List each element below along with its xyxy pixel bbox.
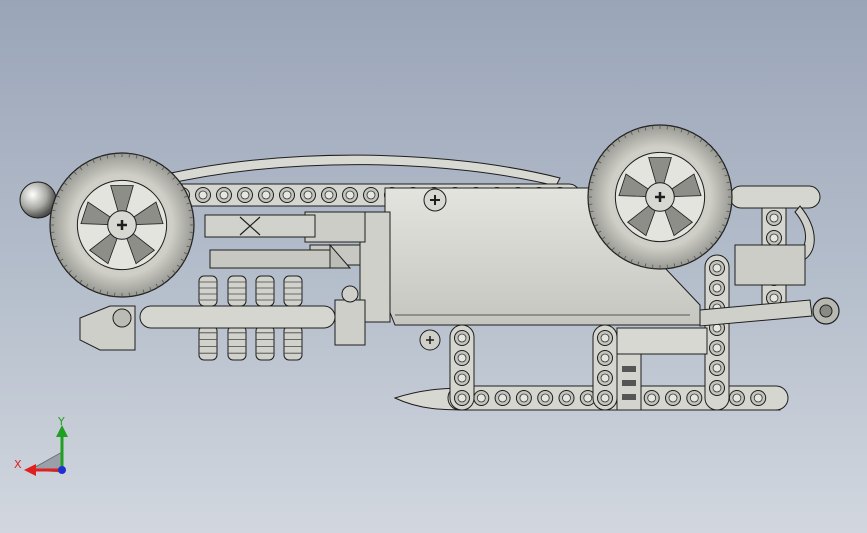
vertical-beam-right[interactable]: [704, 254, 730, 411]
z-axis-dot: [58, 466, 66, 474]
vertical-beam-mid[interactable]: [592, 324, 618, 411]
rear-wheel[interactable]: [587, 124, 733, 270]
front-lower-beam[interactable]: [139, 305, 336, 329]
vertical-beam-left[interactable]: [449, 324, 475, 411]
front-connector[interactable]: [79, 305, 136, 351]
upper-spring-row[interactable]: [198, 275, 303, 307]
x-axis-arrow: [24, 464, 36, 476]
roof-arc[interactable]: [149, 154, 561, 187]
y-axis-label: Y: [57, 415, 65, 428]
axis-triad: Y X: [14, 415, 68, 476]
3d-graphics-viewport[interactable]: Y X: [0, 0, 867, 533]
rear-gear[interactable]: [812, 297, 840, 325]
lower-spring-row[interactable]: [198, 325, 303, 361]
front-wheel[interactable]: [49, 152, 195, 298]
x-axis-label: X: [14, 458, 22, 471]
lego-technic-vehicle-model[interactable]: Y X: [0, 0, 867, 533]
